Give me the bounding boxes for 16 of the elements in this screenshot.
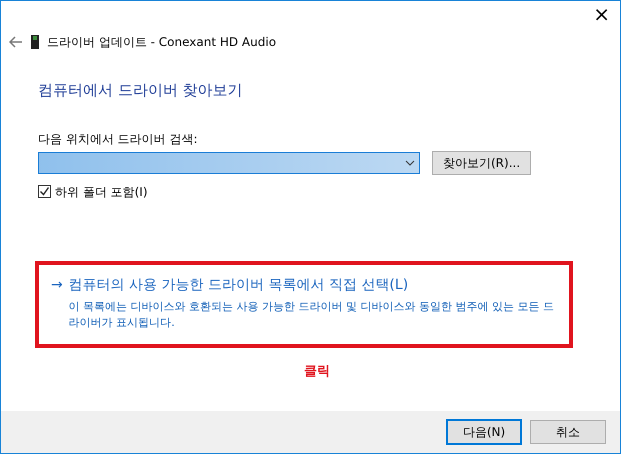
page-heading: 컴퓨터에서 드라이버 찾아보기 [38,80,244,101]
close-button[interactable]: × [583,1,620,27]
dialog-button[interactable]: 다음(N) [446,419,522,445]
subfolder-checkbox[interactable] [38,185,51,198]
option-description: 이 목록에는 디바이스와 호환되는 사용 가능한 드라이버 및 디바이스와 동일한 범주에 있는 모든 드라이버가 표시됩니다. [68,298,556,331]
search-location-label: 다음 위치에서 드라이버 검색: [38,130,198,148]
annotation-label: 클릭 [304,364,330,378]
location-combo-box[interactable] [38,152,420,174]
dialog-button[interactable]: 취소 [530,420,606,444]
back-icon[interactable] [9,36,23,48]
arrow-icon: → [51,274,63,332]
subfolder-label: 하위 폴더 포함(I) [55,184,148,200]
window-title: 드라이버 업데이트 - Conexant HD Audio [47,34,276,51]
browse-button[interactable]: 찾아보기(R)... [432,150,532,174]
speaker-device-icon [31,35,39,49]
driver-list-link[interactable]: 컴퓨터의 사용 가능한 드라이버 목록에서 직접 선택(L) [68,274,557,296]
